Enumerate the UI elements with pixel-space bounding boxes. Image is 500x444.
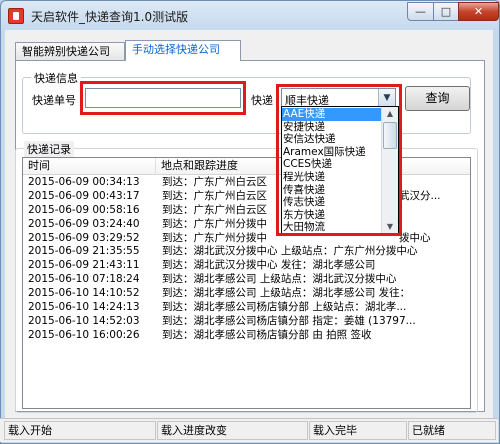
table-row[interactable]: 2015-06-09 21:43:11 到达：湖北武汉分拨中心 发往：湖北孝感公司 [23,259,470,273]
table-row[interactable]: 2015-06-10 14:52:03 到达：湖北孝感公司杨店镇分部 指定：姜雄 … [23,315,470,329]
records-header: 时间 地点和跟踪进度 [23,158,470,175]
row-time: 2015-06-09 21:43:11 [28,259,140,272]
table-row[interactable]: 2015-06-09 00:43:17 到达：广东广州白云区 武汉分... [23,190,470,204]
records-body: 2015-06-09 00:34:13 到达：广东广州白云区 2015-06-09 … [23,176,470,343]
status-bar: 载入开始 载入进度改变 载入完毕 已就绪 [0,418,498,442]
row-time: 2015-06-10 07:18:24 [28,273,140,286]
courier-label: 快递 [251,94,273,107]
row-status: 到达：湖北孝感公司杨店镇分部 由 拍照 签收 [162,328,372,341]
status-load-complete: 载入完毕 [309,421,407,440]
row-time: 2015-06-09 00:34:13 [28,176,140,188]
column-header-time[interactable]: 时间 [23,158,156,175]
app-icon [8,8,24,24]
courier-info-group-title: 快递信息 [31,70,81,86]
row-time: 2015-06-09 03:24:40 [28,217,140,230]
row-status: 到达：湖北孝感公司杨店镇分部 上级站点：湖北孝... [162,301,407,314]
courier-select-highlight [276,84,402,236]
records-listview[interactable]: 时间 地点和跟踪进度 2015-06-09 00:34:13 到达：广东广州白云区… [22,157,471,409]
close-button[interactable]: ✕ [458,2,499,21]
tracking-number-label: 快递单号 [32,94,76,107]
row-status-tail: 武汉分... [399,189,441,202]
maximize-button[interactable]: □ [433,2,459,21]
table-row[interactable]: 2015-06-10 14:24:13 到达：湖北孝感公司杨店镇分部 上级站点：湖… [23,301,470,315]
table-row[interactable]: 2015-06-09 03:29:52 到达：广东广州分拨中 拨中心 [23,232,470,246]
row-time: 2015-06-10 14:24:13 [28,301,140,314]
tracking-input-highlight [80,81,246,115]
table-row[interactable]: 2015-06-09 00:58:16 到达：广东广州白云区 [23,204,470,218]
status-load-start: 载入开始 [4,421,156,440]
table-row[interactable]: 2015-06-09 21:35:55 到达：湖北武汉分拨中心 上级站点：广东广州… [23,245,470,259]
table-row[interactable]: 2015-06-10 07:18:24 到达：湖北孝感公司 上级站点：湖北武汉分拨… [23,273,470,287]
table-row[interactable]: 2015-06-09 00:34:13 到达：广东广州白云区 [23,176,470,190]
records-group-title: 快递记录 [24,141,74,157]
row-status: 到达：湖北武汉分拨中心 发往：湖北孝感公司 [162,259,376,272]
window-title: 天启软件_快递查询1.0测试版 [31,10,189,24]
row-time: 2015-06-09 00:58:16 [28,203,140,216]
row-status: 到达：湖北孝感公司 上级站点：湖北孝感公司 发往： [162,287,411,300]
table-row[interactable]: 2015-06-10 16:00:26 到达：湖北孝感公司杨店镇分部 由 拍照 签… [23,329,470,343]
table-row[interactable]: 2015-06-09 03:24:40 到达：广东广州分拨中 [23,218,470,232]
row-status: 到达：湖北孝感公司杨店镇分部 指定：姜雄 (13797... [162,314,416,327]
row-status: 到达：湖北武汉分拨中心 上级站点：广东广州分拨中心 [162,245,418,258]
row-time: 2015-06-10 16:00:26 [28,328,140,341]
row-status: 到达：湖北孝感公司 上级站点：湖北武汉分拨中心 [162,273,397,286]
tab-auto-detect[interactable]: 智能辨别快递公司 [15,42,125,61]
row-time: 2015-06-10 14:52:03 [28,314,140,327]
table-row[interactable]: 2015-06-10 14:10:52 到达：湖北孝感公司 上级站点：湖北孝感公司… [23,287,470,301]
row-status-tail: 拨中心 [399,231,431,244]
row-time: 2015-06-09 03:29:52 [28,231,140,244]
tab-manual-select[interactable]: 手动选择快递公司 [125,40,241,61]
status-ready: 已就绪 [408,421,496,440]
row-time: 2015-06-10 14:10:52 [28,287,140,300]
query-button[interactable]: 查询 [405,86,470,111]
minimize-button[interactable]: — [407,2,434,21]
title-bar[interactable]: 天启软件_快递查询1.0测试版 — □ ✕ [1,1,499,31]
row-time: 2015-06-09 00:43:17 [28,189,140,202]
status-load-progress: 载入进度改变 [157,421,308,440]
row-time: 2015-06-09 21:35:55 [28,245,140,258]
